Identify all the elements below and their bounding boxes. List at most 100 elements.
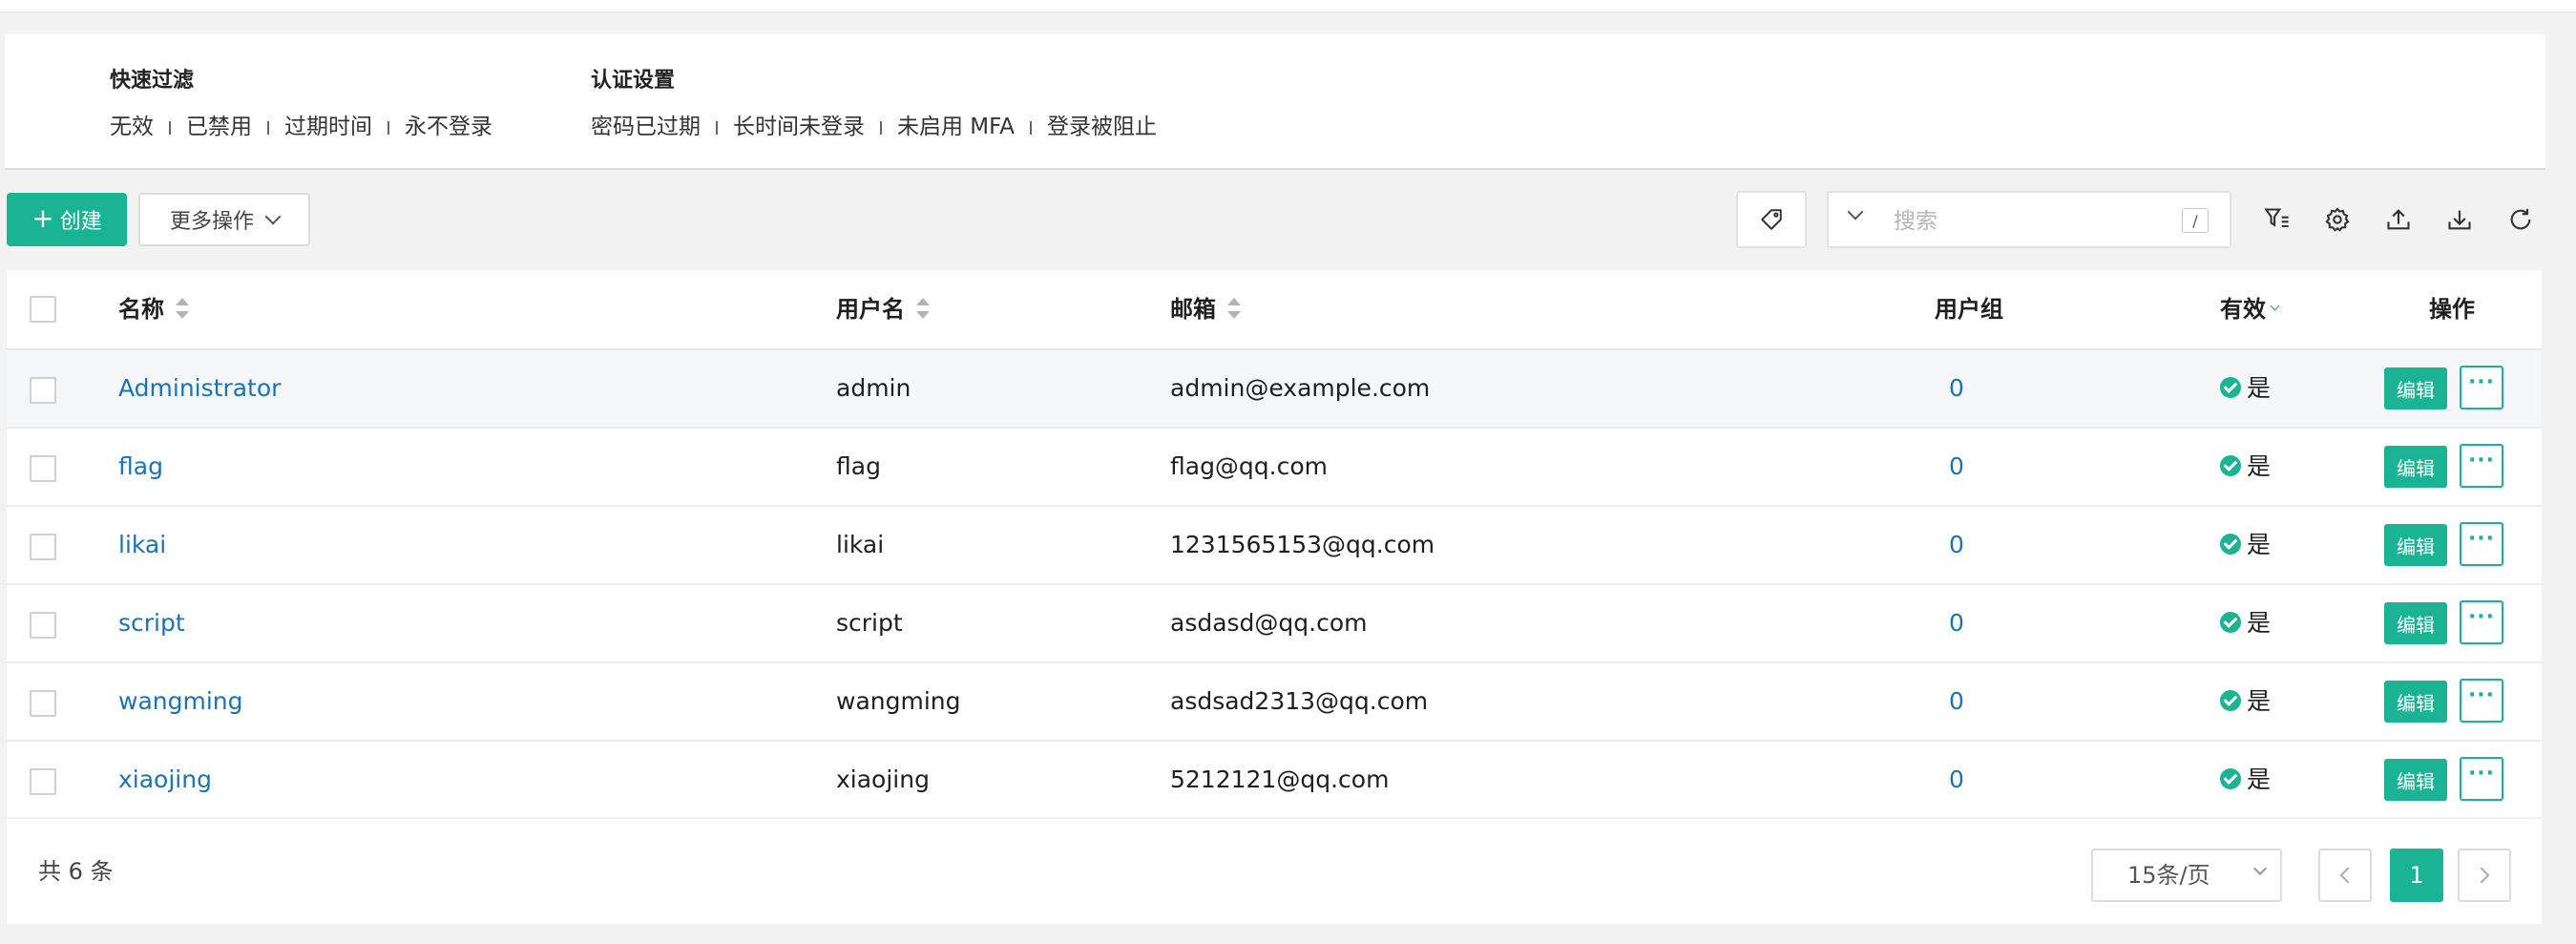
row-checkbox[interactable] xyxy=(30,612,56,639)
chevron-down-icon[interactable] xyxy=(1847,203,1864,220)
more-button[interactable]: ··· xyxy=(2460,444,2503,488)
user-username: script xyxy=(836,609,903,637)
user-email: admin@example.com xyxy=(1170,374,1431,402)
check-circle-icon xyxy=(2220,690,2241,711)
user-username: admin xyxy=(836,374,911,402)
user-username: wangming xyxy=(836,687,961,715)
more-button[interactable]: ··· xyxy=(2460,679,2503,723)
page-size-select[interactable]: 15条/页 xyxy=(2091,849,2282,902)
sort-icon[interactable] xyxy=(176,298,189,319)
plus-icon: + xyxy=(31,201,54,234)
search-input[interactable] xyxy=(1892,204,2163,239)
column-name-label: 名称 xyxy=(118,296,164,323)
table-row: wangming wangming asdsad2313@qq.com 0 是 … xyxy=(7,663,2542,742)
export-button[interactable] xyxy=(2444,204,2475,235)
edit-button[interactable]: 编辑 xyxy=(2384,681,2447,723)
column-email-header[interactable]: 邮箱 xyxy=(1170,270,1241,348)
user-name-link[interactable]: wangming xyxy=(118,663,243,740)
top-strip xyxy=(0,0,2576,13)
edit-button[interactable]: 编辑 xyxy=(2384,602,2447,644)
filter-panel: 快速过滤 无效 已禁用 过期时间 永不登录 认证设置 密码已过期 长时间未登录 未启用 M… xyxy=(5,34,2545,170)
edit-button[interactable]: 编辑 xyxy=(2384,367,2447,409)
check-circle-icon xyxy=(2220,455,2241,476)
separator xyxy=(169,120,171,135)
prev-page-button[interactable] xyxy=(2318,849,2372,902)
user-valid: 是 xyxy=(2220,429,2271,505)
column-username-header[interactable]: 用户名 xyxy=(836,270,930,348)
column-valid-header[interactable]: 有效 xyxy=(2220,270,2280,348)
search-box[interactable]: / xyxy=(1827,191,2231,248)
user-group-count[interactable]: 0 xyxy=(1949,742,1964,817)
user-email: flag@qq.com xyxy=(1170,452,1329,480)
user-name-link[interactable]: xiaojing xyxy=(118,742,212,817)
edit-button[interactable]: 编辑 xyxy=(2384,524,2447,566)
user-name-link[interactable]: flag xyxy=(118,429,163,505)
more-actions-label: 更多操作 xyxy=(169,210,254,234)
more-button[interactable]: ··· xyxy=(2460,366,2503,409)
user-group-count[interactable]: 0 xyxy=(1949,429,1964,505)
sort-icon[interactable] xyxy=(916,298,930,319)
row-checkbox[interactable] xyxy=(30,455,56,482)
edit-button[interactable]: 编辑 xyxy=(2384,759,2447,801)
user-group-count[interactable]: 0 xyxy=(1949,507,1964,583)
more-button[interactable]: ··· xyxy=(2460,757,2503,801)
edit-button[interactable]: 编辑 xyxy=(2384,446,2447,488)
upload-icon xyxy=(2387,209,2410,230)
table-row: likai likai 1231565153@qq.com 0 是 编辑 ··· xyxy=(7,507,2542,585)
filter-columns-button[interactable] xyxy=(2262,204,2293,235)
more-button[interactable]: ··· xyxy=(2460,522,2503,566)
table-body: Administrator admin admin@example.com 0 … xyxy=(7,350,2542,817)
sort-icon[interactable] xyxy=(1227,298,1241,319)
row-checkbox[interactable] xyxy=(30,377,56,404)
user-name-link[interactable]: likai xyxy=(118,507,166,583)
separator xyxy=(880,120,882,135)
separator xyxy=(267,120,269,135)
column-groups-header: 用户组 xyxy=(1935,270,2003,348)
filter-disabled[interactable]: 已禁用 xyxy=(186,115,252,139)
filter-never-login[interactable]: 永不登录 xyxy=(405,115,492,139)
filter-login-blocked[interactable]: 登录被阻止 xyxy=(1047,115,1157,139)
create-button[interactable]: + 创建 xyxy=(7,193,127,246)
column-name-header[interactable]: 名称 xyxy=(118,270,189,348)
filter-invalid[interactable]: 无效 xyxy=(110,115,154,139)
filter-expired[interactable]: 过期时间 xyxy=(284,115,372,139)
table-footer: 共 6 条 15条/页 1 xyxy=(7,819,2542,924)
filter-password-expired[interactable]: 密码已过期 xyxy=(591,115,701,139)
tag-filter-button[interactable] xyxy=(1736,191,1807,248)
row-checkbox[interactable] xyxy=(30,768,56,795)
column-actions-header: 操作 xyxy=(2429,270,2475,348)
user-username: flag xyxy=(836,452,881,480)
import-button[interactable] xyxy=(2383,204,2414,235)
table-row: flag flag flag@qq.com 0 是 编辑 ··· xyxy=(7,429,2542,507)
chevron-down-icon[interactable] xyxy=(2270,301,2280,310)
quick-filter-title: 快速过滤 xyxy=(110,69,195,93)
user-username: xiaojing xyxy=(836,766,930,793)
filter-mfa-disabled[interactable]: 未启用 MFA xyxy=(897,115,1015,139)
auth-filter-links: 密码已过期 长时间未登录 未启用 MFA 登录被阻止 xyxy=(591,113,1157,141)
row-checkbox[interactable] xyxy=(30,534,56,560)
valid-text: 是 xyxy=(2247,531,2272,558)
user-username: likai xyxy=(836,531,885,558)
more-actions-button[interactable]: 更多操作 xyxy=(138,193,310,246)
filter-icon xyxy=(2264,208,2289,228)
page-size-value: 15条/页 xyxy=(2127,862,2210,889)
user-group-count[interactable]: 0 xyxy=(1949,585,1964,661)
select-all-checkbox[interactable] xyxy=(30,296,56,323)
user-group-count[interactable]: 0 xyxy=(1949,350,1964,427)
next-page-button[interactable] xyxy=(2458,849,2511,902)
filter-long-inactive[interactable]: 长时间未登录 xyxy=(733,115,865,139)
user-name-link[interactable]: Administrator xyxy=(118,350,281,427)
users-table: 名称 用户名 邮箱 用户组 有效 操作 Administrator admin … xyxy=(7,270,2542,817)
user-name-link[interactable]: script xyxy=(118,585,185,661)
user-group-count[interactable]: 0 xyxy=(1949,663,1964,740)
refresh-button[interactable] xyxy=(2505,204,2536,235)
table-row: xiaojing xiaojing 5212121@qq.com 0 是 编辑 … xyxy=(7,742,2542,817)
separator xyxy=(716,120,718,135)
user-email: 1231565153@qq.com xyxy=(1170,531,1435,558)
settings-button[interactable] xyxy=(2322,204,2353,235)
row-checkbox[interactable] xyxy=(30,690,56,717)
more-button[interactable]: ··· xyxy=(2460,600,2503,644)
user-email: asdsad2313@qq.com xyxy=(1170,687,1429,715)
page-number-current[interactable]: 1 xyxy=(2390,849,2443,902)
check-circle-icon xyxy=(2220,612,2241,633)
